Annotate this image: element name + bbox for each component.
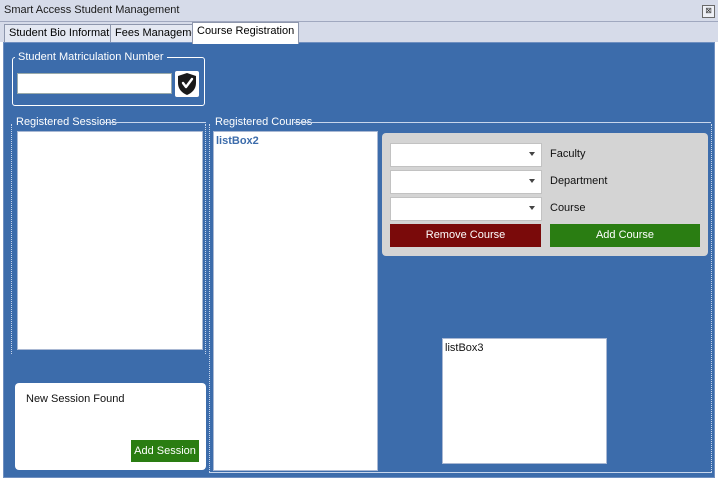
department-dropdown[interactable] (390, 170, 542, 194)
courses-group-right-edge (711, 124, 713, 472)
faculty-label: Faculty (550, 148, 586, 160)
window-title: Smart Access Student Management (4, 4, 180, 16)
courses-group-left-edge (209, 124, 211, 472)
close-icon[interactable]: ⊠ (702, 5, 715, 18)
course-dropdown[interactable] (390, 197, 542, 221)
courses-group-bottom-line (209, 472, 712, 473)
remove-course-button[interactable]: Remove Course (390, 224, 541, 247)
listbox3-item: listBox3 (445, 342, 484, 354)
matriculation-number-input[interactable] (17, 73, 172, 94)
verify-button[interactable] (175, 71, 199, 97)
chevron-down-icon (529, 152, 535, 156)
chevron-down-icon (529, 206, 535, 210)
tab-strip: Student Bio Information Fees Management … (0, 22, 718, 44)
department-label: Department (550, 175, 608, 187)
sessions-group-left-edge (11, 124, 13, 354)
faculty-dropdown[interactable] (390, 143, 542, 167)
chevron-down-icon (529, 179, 535, 183)
course-label: Course (550, 202, 586, 214)
add-course-button[interactable]: Add Course (550, 224, 700, 247)
sessions-listbox[interactable] (17, 131, 203, 350)
new-session-text: New Session Found (26, 393, 125, 405)
listbox2-item: listBox2 (216, 135, 259, 147)
tab-course-registration[interactable]: Course Registration (192, 22, 300, 44)
sessions-group-right-edge (205, 124, 207, 354)
registered-courses-listbox[interactable]: listBox2 (213, 131, 378, 471)
new-session-panel: New Session Found Add Session (15, 383, 206, 470)
add-session-button[interactable]: Add Session (131, 440, 199, 462)
shield-check-icon (178, 73, 196, 95)
course-selection-panel: Faculty Department Course Remove Course … (382, 133, 708, 256)
sessions-group-line (102, 122, 206, 123)
title-bar: Smart Access Student Management ⊠ (0, 0, 718, 22)
courses-group-line (294, 122, 711, 123)
course-details-listbox[interactable]: listBox3 (442, 338, 607, 464)
matriculation-group-label: Student Matriculation Number (15, 51, 167, 63)
